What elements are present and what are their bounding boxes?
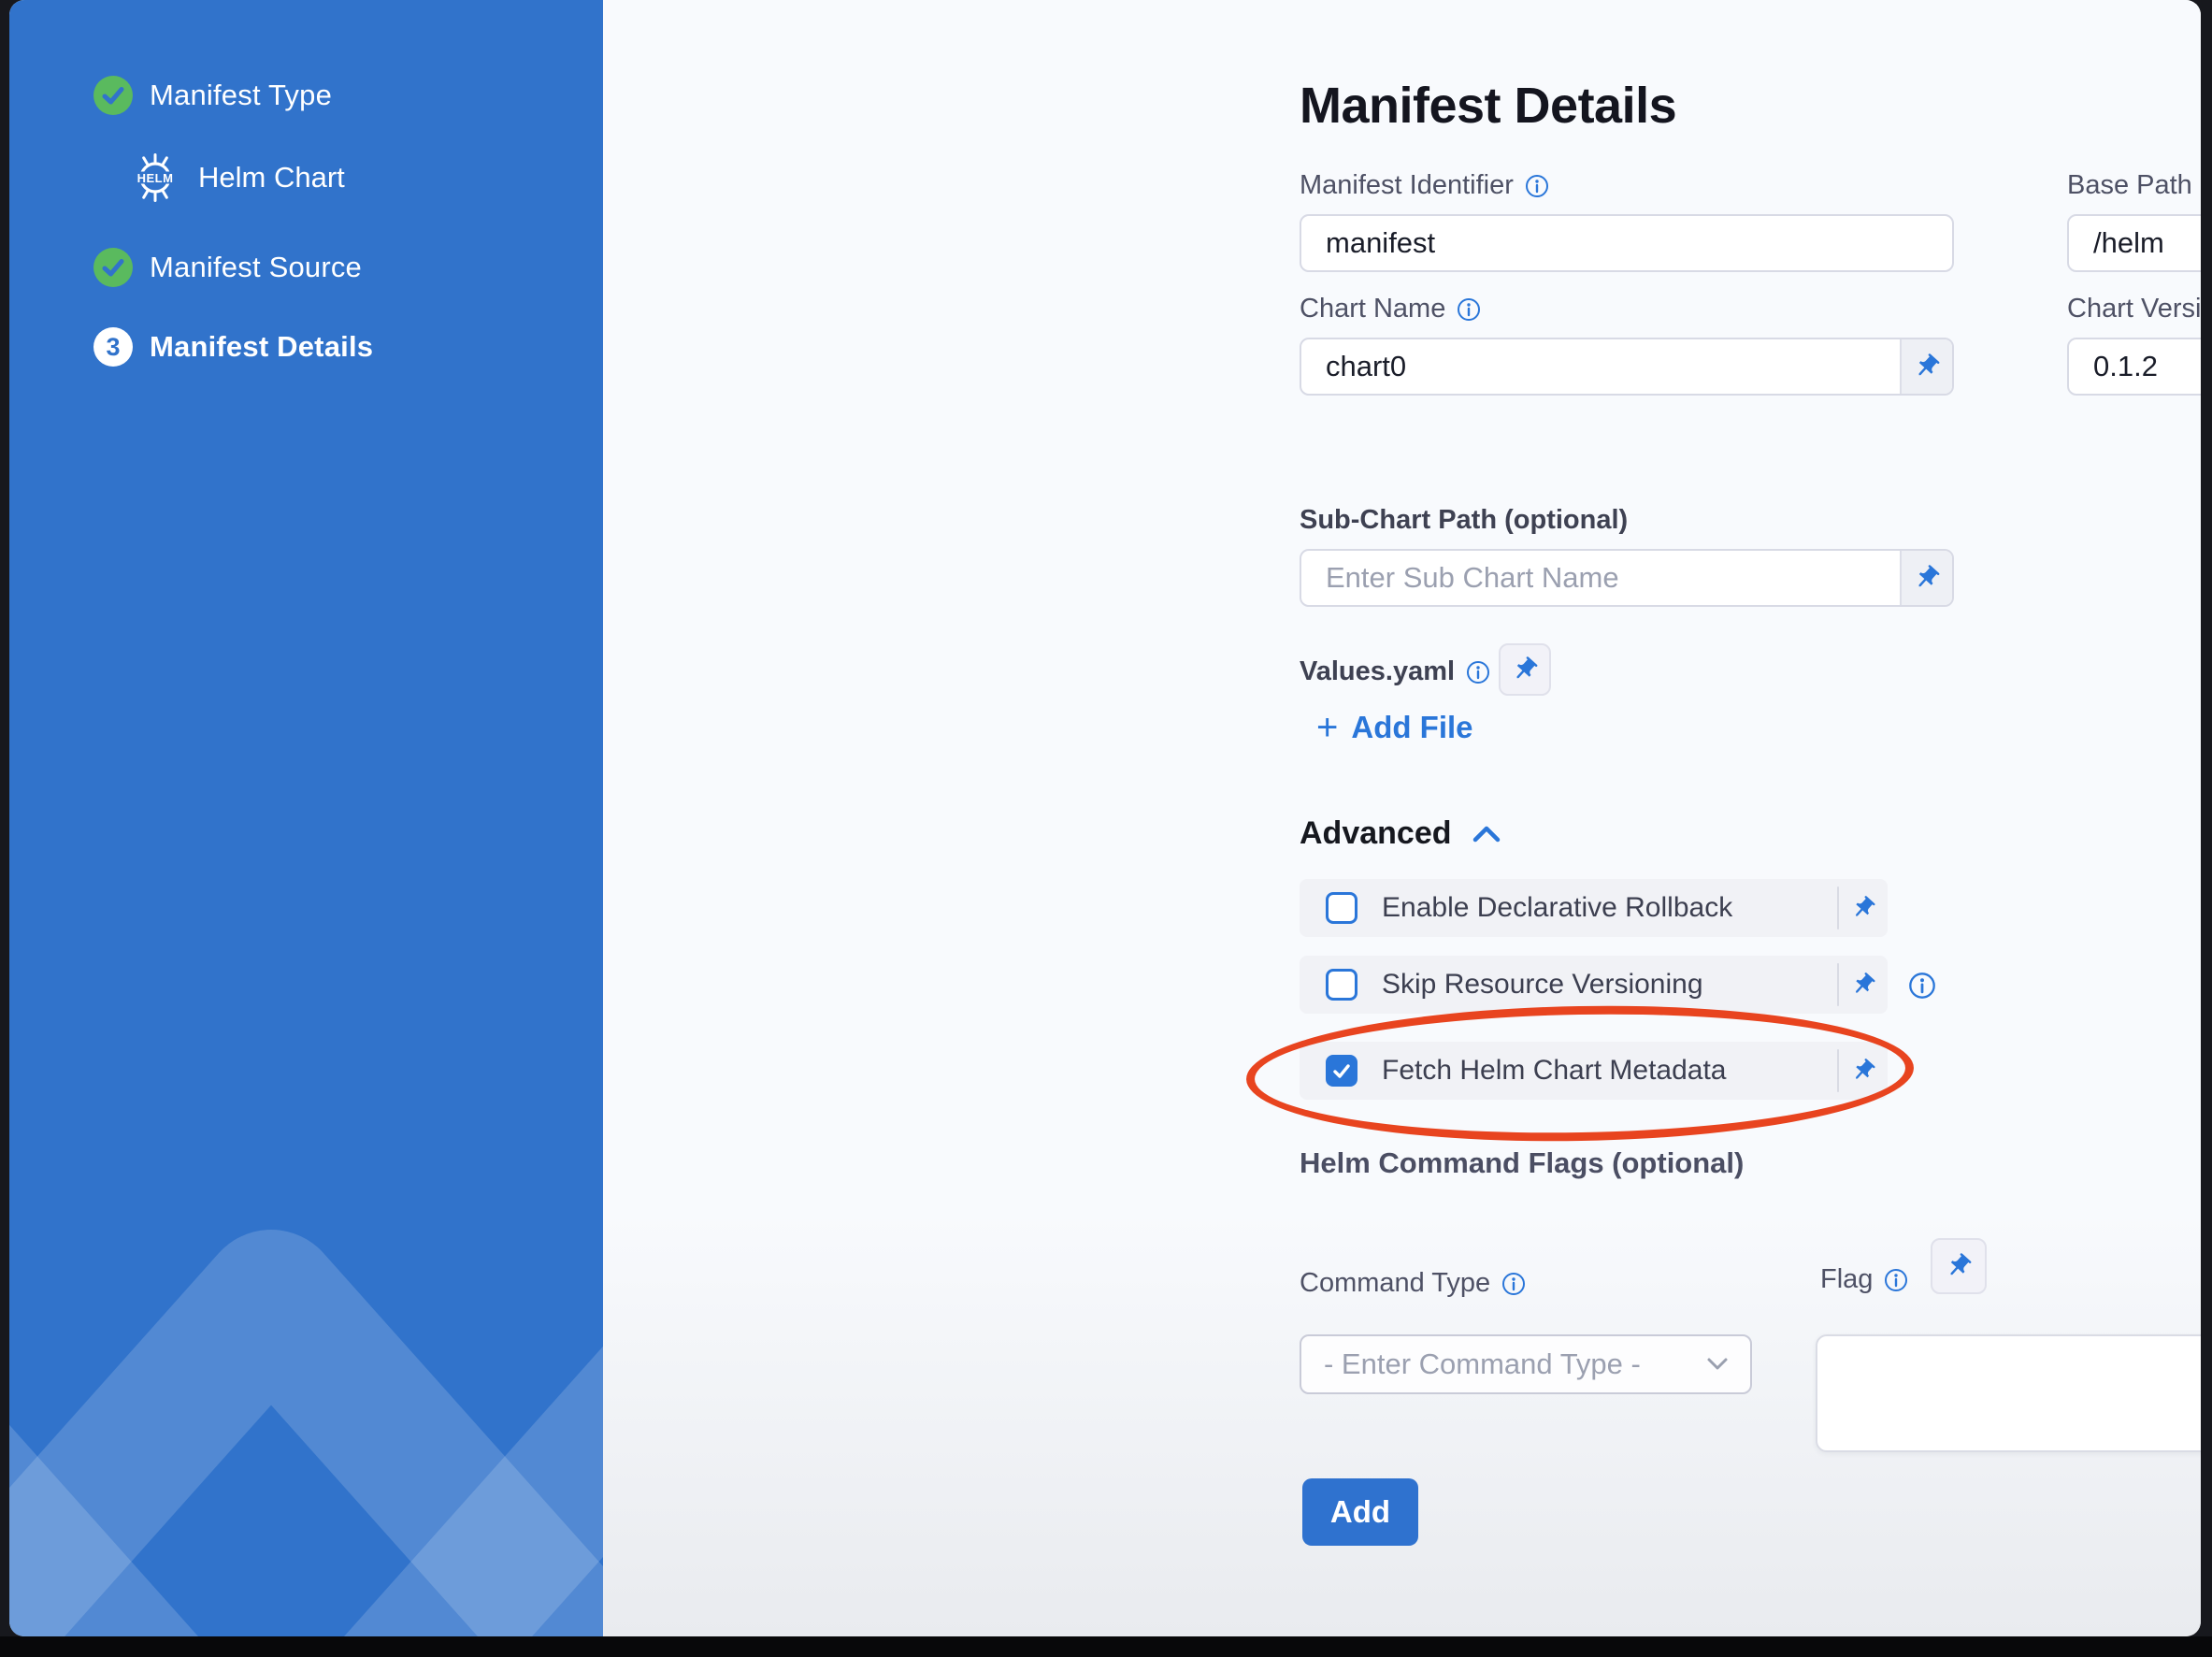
base-path-input[interactable] [2069, 216, 2201, 270]
command-type-select[interactable]: - Enter Command Type - [1300, 1334, 1752, 1394]
helm-command-flags-label: Helm Command Flags (optional) [1300, 1146, 1744, 1180]
step-complete-icon [93, 76, 133, 115]
step-label: Manifest Source [150, 251, 362, 284]
sub-chart-path-input[interactable] [1301, 551, 1900, 605]
option-fetch-helm-chart-metadata[interactable]: Fetch Helm Chart Metadata [1300, 1042, 1888, 1100]
brand-watermark [9, 907, 603, 1636]
pin-icon[interactable] [1839, 1058, 1888, 1084]
sidebar-step-manifest-source[interactable]: Manifest Source [93, 248, 362, 287]
check-icon [93, 248, 133, 287]
manifest-details-form: ✕ Manifest Details Manifest Identifier B… [603, 0, 2201, 1636]
manifest-details-modal: Manifest Type HELM Helm Chart [9, 0, 2201, 1636]
page-title: Manifest Details [1300, 77, 1676, 135]
step-complete-icon [93, 248, 133, 287]
advanced-toggle[interactable]: Advanced [1300, 815, 1502, 852]
flag-label: Flag [1820, 1264, 1908, 1295]
chart-version-label: Chart Version (optional) [2067, 294, 2201, 324]
flag-textarea-container [1816, 1334, 2201, 1452]
check-icon [1330, 1059, 1353, 1082]
option-enable-declarative-rollback[interactable]: Enable Declarative Rollback [1300, 879, 1888, 937]
step-label: Manifest Details [150, 330, 373, 364]
flag-textarea[interactable] [1816, 1334, 2201, 1452]
info-icon[interactable] [1884, 1268, 1908, 1292]
pin-icon [1511, 656, 1539, 684]
sidebar-substep-helm-chart: HELM Helm Chart [129, 151, 345, 204]
manifest-identifier-field [1300, 214, 1954, 272]
info-icon[interactable] [1457, 297, 1481, 322]
sidebar-step-manifest-details[interactable]: 3 Manifest Details [93, 327, 373, 367]
check-icon [93, 76, 133, 115]
step-label: Manifest Type [150, 79, 332, 112]
command-type-label: Command Type [1300, 1268, 1526, 1299]
pin-icon[interactable] [1900, 339, 1952, 394]
wizard-sidebar: Manifest Type HELM Helm Chart [9, 0, 603, 1636]
pin-icon[interactable] [1900, 551, 1952, 605]
checkbox-unchecked[interactable] [1326, 969, 1357, 1001]
info-icon[interactable] [1466, 660, 1490, 684]
add-file-button[interactable]: + Add File [1316, 709, 1473, 746]
manifest-identifier-input[interactable] [1301, 216, 1952, 270]
base-path-label: Base Path [2067, 170, 2201, 201]
pin-icon[interactable] [1839, 895, 1888, 921]
chart-name-input[interactable] [1301, 339, 1900, 394]
window-bottom-edge [0, 1636, 2212, 1657]
pin-icon[interactable] [1839, 972, 1888, 998]
info-icon[interactable] [1501, 1272, 1526, 1296]
step-number-badge: 3 [93, 327, 133, 367]
checkbox-checked[interactable] [1326, 1055, 1357, 1087]
svg-text:HELM: HELM [137, 171, 174, 185]
chart-version-input[interactable] [2069, 339, 2201, 394]
info-icon[interactable] [1908, 972, 1936, 1000]
info-icon[interactable] [1525, 174, 1549, 198]
pin-icon [1945, 1252, 1973, 1280]
plus-icon: + [1316, 709, 1338, 746]
sub-chart-path-field [1300, 549, 1954, 607]
sub-chart-path-label: Sub-Chart Path (optional) [1300, 505, 1954, 536]
add-button[interactable]: Add [1302, 1478, 1418, 1546]
chart-name-field [1300, 338, 1954, 396]
chevron-down-icon [1705, 1357, 1730, 1372]
sidebar-step-manifest-type[interactable]: Manifest Type [93, 76, 332, 115]
option-skip-resource-versioning[interactable]: Skip Resource Versioning [1300, 956, 1888, 1014]
values-yaml-label: Values.yaml [1300, 656, 1490, 687]
chart-version-field [2067, 338, 2201, 396]
manifest-identifier-label: Manifest Identifier [1300, 170, 1954, 201]
helm-logo-icon: HELM [129, 151, 181, 204]
substep-label: Helm Chart [198, 161, 345, 195]
chart-name-label: Chart Name [1300, 294, 1954, 324]
base-path-field [2067, 214, 2201, 272]
flag-pin-button[interactable] [1931, 1238, 1987, 1294]
checkbox-unchecked[interactable] [1326, 892, 1357, 924]
values-yaml-pin-button[interactable] [1499, 643, 1551, 696]
chevron-up-icon [1471, 824, 1502, 844]
